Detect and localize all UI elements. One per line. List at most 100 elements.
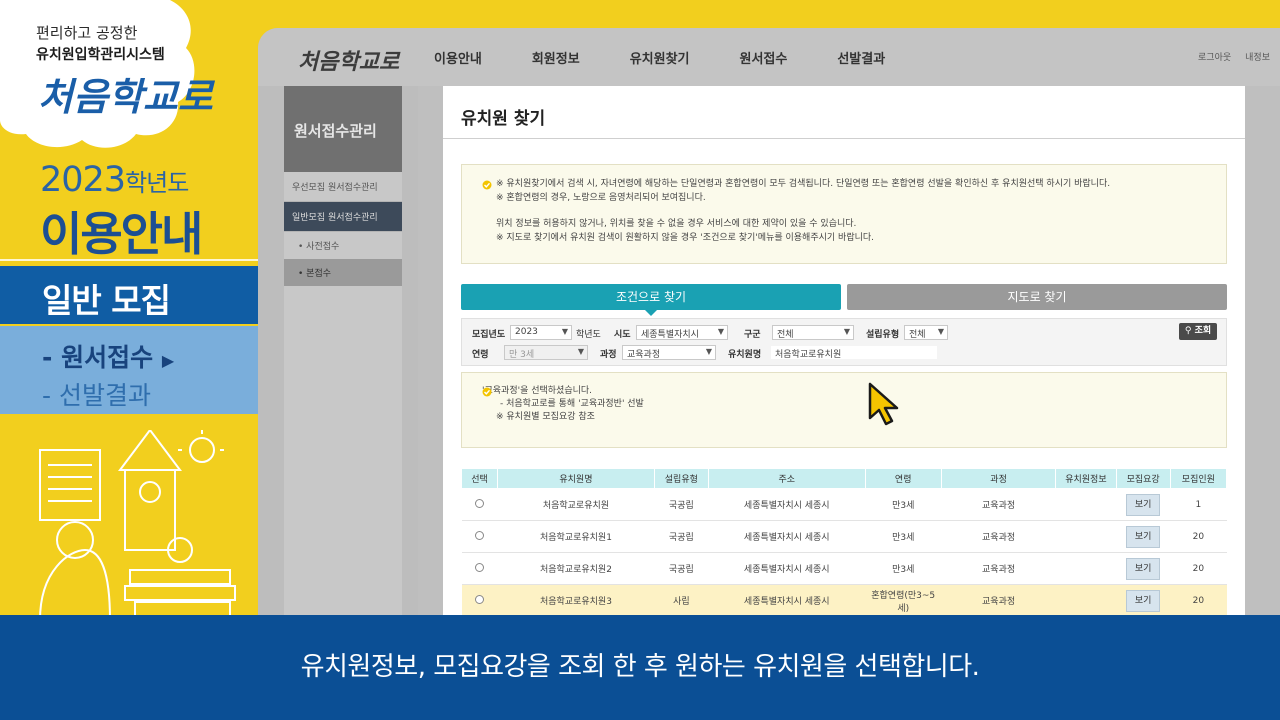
- nav-item-result[interactable]: 선발결과: [837, 48, 885, 67]
- select-cell: [461, 552, 498, 585]
- sido-select-value: 세종특별자치시: [641, 330, 699, 340]
- name-cell: 처음학교로유치원: [497, 488, 655, 521]
- year-number: 2023: [40, 160, 126, 200]
- info-line: ※ 유치원별 모집요강 참조: [496, 412, 595, 422]
- name-input[interactable]: 처음학교로유치원: [770, 345, 938, 360]
- guide-cell: 보기: [1116, 520, 1171, 553]
- tab-condition-search[interactable]: 조건으로 찾기: [461, 284, 841, 310]
- view-guide-button[interactable]: 보기: [1126, 493, 1161, 516]
- col-course: 과정: [940, 468, 1057, 489]
- tab-map-search[interactable]: 지도로 찾기: [847, 284, 1227, 310]
- nav-item-member[interactable]: 회원정보: [532, 48, 580, 67]
- select-radio[interactable]: [475, 530, 485, 540]
- table-row: 처음학교로유치원2 국공립 세종특별자치시 세종시 만3세 교육과정 보기 20: [461, 552, 1227, 585]
- header-links: 로그아웃 내정보: [1198, 50, 1270, 63]
- notice-line: 위치 정보를 허용하지 않거나, 위치를 찾을 수 없을 경우 서비스에 대한 …: [496, 219, 857, 229]
- slogan-line1: 편리하고 공정한: [36, 24, 138, 42]
- brand-logo: 처음학교로: [38, 74, 213, 119]
- notice-line: ※ 지도로 찾기에서 유치원 검색이 원활하지 않을 경우 '조건으로 찾기'메…: [496, 233, 875, 243]
- age-cell: 만3세: [865, 488, 942, 521]
- chevron-down-icon: ▼: [843, 327, 850, 336]
- address-cell: 세종특별자치시 세종시: [708, 584, 866, 617]
- col-age: 연령: [864, 468, 942, 489]
- type-cell: 국공립: [654, 520, 709, 553]
- chevron-down-icon: ▼: [577, 347, 584, 356]
- view-guide-button[interactable]: 보기: [1126, 525, 1161, 548]
- site-logo[interactable]: 처음학교로: [298, 44, 399, 76]
- nav-item-apply[interactable]: 원서접수: [740, 48, 788, 67]
- name-cell: 처음학교로유치원1: [497, 520, 655, 553]
- search-icon: ⚲: [1184, 326, 1192, 336]
- info-line: '교육과정'을 선택하셨습니다.: [482, 386, 593, 396]
- guide-cell: 보기: [1116, 552, 1171, 585]
- my-info-link[interactable]: 내정보: [1245, 50, 1270, 63]
- notice-lines: ※ 유치원찾기에서 검색 시, 자녀연령에 해당하는 단일연령과 혼합연령이 모…: [482, 177, 1226, 245]
- check-icon: [482, 180, 492, 190]
- age-cell: 만3세: [865, 552, 942, 585]
- type-select[interactable]: 전체 ▼: [904, 325, 948, 340]
- view-guide-button[interactable]: 보기: [1126, 589, 1161, 612]
- sidebar-item-general[interactable]: 일반모집 원서접수관리: [284, 202, 402, 232]
- year-select-value: 2023: [515, 327, 538, 337]
- course-select[interactable]: 교육과정 ▼: [622, 345, 716, 360]
- age-select[interactable]: 만 3세 ▼: [504, 345, 588, 360]
- search-button[interactable]: ⚲ 조회: [1179, 323, 1217, 340]
- chevron-down-icon: ▼: [717, 327, 724, 336]
- nav-item-find[interactable]: 유치원찾기: [630, 48, 690, 67]
- name-cell: 처음학교로유치원2: [497, 552, 655, 585]
- search-filter: 모집년도 2023 ▼ 학년도 시도 세종특별자치시 ▼ 구군 전체 ▼ 설립유형 전…: [461, 318, 1227, 366]
- col-address: 주소: [707, 468, 866, 489]
- col-info: 유치원정보: [1055, 468, 1117, 489]
- course-info-box: '교육과정'을 선택하셨습니다. - 처음학교로를 통해 '교육과정반' 선발 …: [461, 372, 1227, 448]
- info-cell: [1055, 584, 1117, 617]
- sidebar-item-priority[interactable]: 우선모집 원서접수관리: [284, 172, 402, 202]
- name-label: 유치원명: [728, 350, 762, 360]
- select-radio[interactable]: [475, 498, 485, 508]
- sido-select[interactable]: 세종특별자치시 ▼: [636, 325, 728, 340]
- course-select-value: 교육과정: [627, 350, 661, 360]
- name-cell: 처음학교로유치원3: [497, 584, 655, 617]
- select-radio[interactable]: [475, 562, 485, 572]
- sido-label: 시도: [614, 330, 631, 340]
- main-nav: 이용안내 회원정보 유치원찾기 원서접수 선발결과: [434, 48, 885, 67]
- type-cell: 국공립: [654, 552, 709, 585]
- info-line: - 처음학교로를 통해 '교육과정반' 선발: [500, 399, 644, 409]
- gugun-select-value: 전체: [777, 330, 794, 340]
- guide-title: 이용안내: [40, 207, 203, 261]
- type-cell: 사립: [654, 584, 709, 617]
- col-guide: 모집요강: [1115, 468, 1171, 489]
- col-name: 유치원명: [497, 468, 655, 489]
- gugun-label: 구군: [744, 330, 761, 340]
- table-row-mixed-age: 처음학교로유치원3 사립 세종특별자치시 세종시 혼합연령(만3~5세) 교육과…: [461, 584, 1227, 617]
- search-tabs: 조건으로 찾기 지도로 찾기: [461, 284, 1227, 316]
- logout-link[interactable]: 로그아웃: [1198, 50, 1231, 63]
- nav-item-guide[interactable]: 이용안내: [434, 48, 482, 67]
- tab-pointer: [645, 310, 657, 316]
- notice-box: ※ 유치원찾기에서 검색 시, 자녀연령에 해당하는 단일연령과 혼합연령이 모…: [461, 164, 1227, 264]
- recruit-banner: 일반 모집: [0, 266, 276, 324]
- col-type: 설립유형: [653, 468, 709, 489]
- sidebar-sub-pre[interactable]: • 사전접수: [284, 232, 402, 259]
- select-cell: [461, 520, 498, 553]
- caption-subtitle: 유치원정보, 모집요강을 조회 한 후 원하는 유치원을 선택합니다.: [0, 615, 1280, 720]
- search-button-label: 조회: [1194, 326, 1212, 336]
- course-cell: 교육과정: [941, 584, 1056, 617]
- find-kindergarten-modal: 유치원 찾기 ※ 유치원찾기에서 검색 시, 자녀연령에 해당하는 단일연령과 …: [443, 86, 1245, 620]
- sidebar-sub-main[interactable]: • 본접수: [284, 259, 402, 286]
- age-cell: 만3세: [865, 520, 942, 553]
- view-guide-button[interactable]: 보기: [1126, 557, 1161, 580]
- address-cell: 세종특별자치시 세종시: [708, 520, 866, 553]
- chevron-down-icon: ▼: [705, 347, 712, 356]
- select-radio[interactable]: [475, 594, 485, 604]
- sidebar-heading: 원서접수관리: [284, 86, 402, 172]
- guide-cell: 보기: [1116, 584, 1171, 617]
- year-select[interactable]: 2023 ▼: [510, 325, 572, 340]
- count-cell: 20: [1170, 584, 1227, 617]
- type-label: 설립유형: [866, 330, 900, 340]
- col-count: 모집인원: [1169, 468, 1228, 489]
- gugun-select[interactable]: 전체 ▼: [772, 325, 854, 340]
- notice-line: ※ 혼합연령의 경우, 노랑으로 음영처리되어 보여집니다.: [496, 193, 706, 203]
- select-cell: [461, 584, 498, 617]
- age-label: 연령: [472, 350, 489, 360]
- modal-title: 유치원 찾기: [461, 109, 546, 129]
